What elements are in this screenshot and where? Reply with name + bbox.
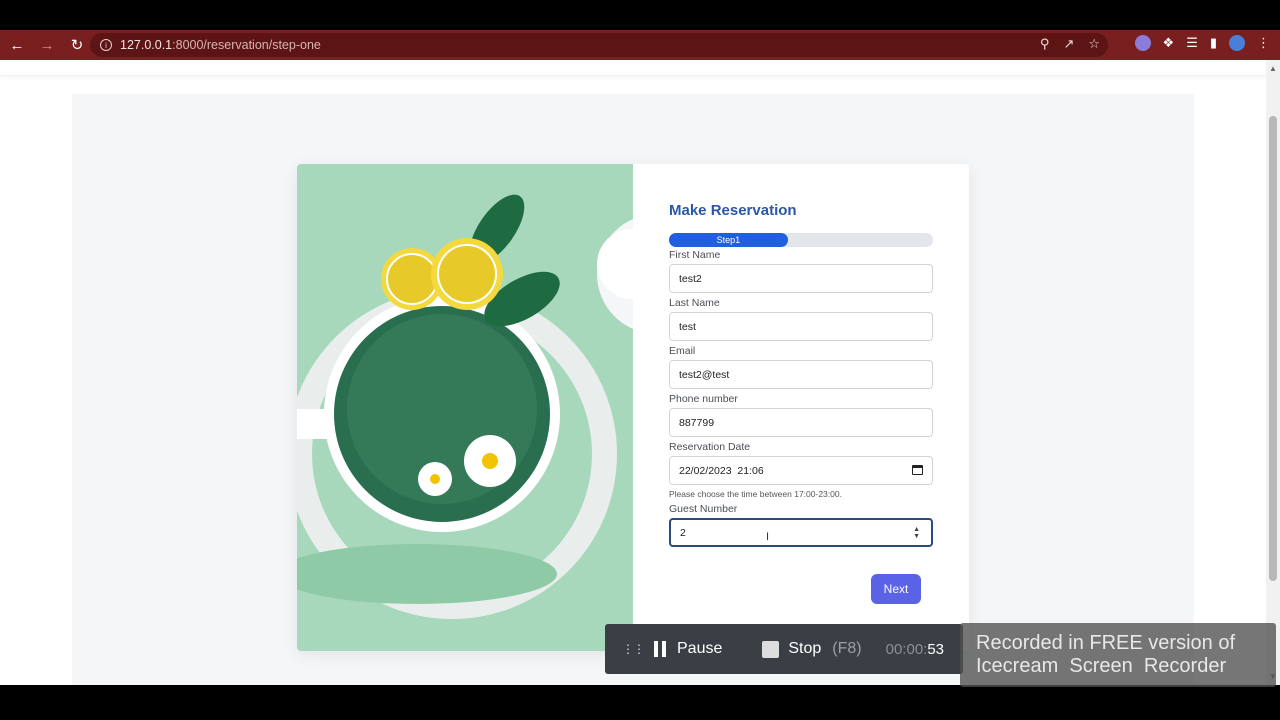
puzzle-icon[interactable]: ❖ <box>1163 35 1175 51</box>
forward-icon[interactable]: → <box>34 32 60 58</box>
page-header <box>0 60 1266 76</box>
guest-number-label: Guest Number <box>669 503 738 515</box>
last-name-input[interactable]: test <box>669 312 933 341</box>
profile-avatar[interactable] <box>1229 35 1245 51</box>
page-viewport: Make Reservation Step1 First Name test 2 … <box>0 60 1266 685</box>
zoom-icon[interactable]: ⚲ <box>1040 36 1050 52</box>
browser-toolbar: ← → ↻ i 127.0.0.1:8000/reservation/step-… <box>0 30 1280 60</box>
scrollbar[interactable]: ▲ ▼ <box>1266 60 1280 685</box>
reservation-date-label: Reservation Date <box>669 441 751 453</box>
stop-icon <box>762 640 780 658</box>
calendar-icon[interactable] <box>912 465 923 475</box>
guest-number-input[interactable]: 2 I ▲ ▼ <box>669 518 933 547</box>
first-name-label: First Name <box>669 249 721 261</box>
recording-timer: 00:00:53 <box>885 640 945 658</box>
email-input[interactable]: test2@test <box>669 360 933 389</box>
email-label: Email <box>669 345 696 357</box>
tea-cup-illustration <box>297 164 633 651</box>
last-name-label: Last Name <box>669 297 720 309</box>
url-text[interactable]: 127.0.0.1:8000/reservation/step-one <box>120 38 321 52</box>
taskbar-strip <box>0 685 1280 720</box>
progress-bar: Step1 <box>669 233 933 247</box>
reservation-form: Make Reservation Step1 First Name test 2 … <box>669 202 933 551</box>
menu-icon[interactable]: ⋮ <box>1257 35 1270 51</box>
reload-icon[interactable]: ↻ <box>64 32 90 58</box>
window-top-strip <box>0 0 1280 30</box>
pause-button[interactable]: Pause <box>654 640 722 658</box>
recorder-watermark: Recorded in FREE version of Icecream Scr… <box>960 623 1276 687</box>
content-panel: Make Reservation Step1 First Name test 2 … <box>72 94 1194 685</box>
date-hint: Please choose the time between 17:00-23:… <box>669 489 842 499</box>
reservation-date-value: 22/02/2023 21:06 <box>679 464 764 477</box>
first-name-input[interactable]: test2 <box>669 264 933 293</box>
recorder-toolbar: ⋮⋮ Pause Stop (F8) 00:00:53 <box>605 624 963 674</box>
share-icon[interactable]: ↗ <box>1063 36 1074 52</box>
text-cursor-icon: I <box>766 531 770 543</box>
back-icon[interactable]: ← <box>4 32 30 58</box>
reservation-date-input[interactable]: 22/02/2023 21:06 <box>669 456 933 485</box>
address-bar[interactable]: i 127.0.0.1:8000/reservation/step-one ⚲ … <box>90 33 1108 57</box>
extension-icon[interactable] <box>1134 35 1151 51</box>
stop-shortcut: (F8) <box>832 640 862 657</box>
media-icon[interactable]: ☰ <box>1186 35 1198 51</box>
spinner-icon[interactable]: ▲ ▼ <box>913 526 920 540</box>
reservation-card: Make Reservation Step1 First Name test 2 … <box>297 164 969 651</box>
scroll-up-icon[interactable]: ▲ <box>1269 64 1277 73</box>
stop-label: Stop <box>788 640 822 657</box>
site-info-icon[interactable]: i <box>100 39 112 51</box>
scroll-thumb[interactable] <box>1269 116 1277 581</box>
stop-button[interactable]: Stop (F8) <box>762 640 862 658</box>
progress-fill: Step1 <box>669 233 788 247</box>
pause-icon <box>654 641 666 657</box>
phone-input[interactable]: 887799 <box>669 408 933 437</box>
pause-label: Pause <box>677 640 723 657</box>
drag-handle-icon[interactable]: ⋮⋮ <box>622 642 645 656</box>
form-title: Make Reservation <box>669 202 797 219</box>
sidebar-icon[interactable]: ▮ <box>1210 35 1217 51</box>
bookmark-star-icon[interactable]: ☆ <box>1088 36 1100 52</box>
next-button[interactable]: Next <box>871 574 921 604</box>
guest-number-value: 2 <box>680 526 686 539</box>
phone-label: Phone number <box>669 393 738 405</box>
